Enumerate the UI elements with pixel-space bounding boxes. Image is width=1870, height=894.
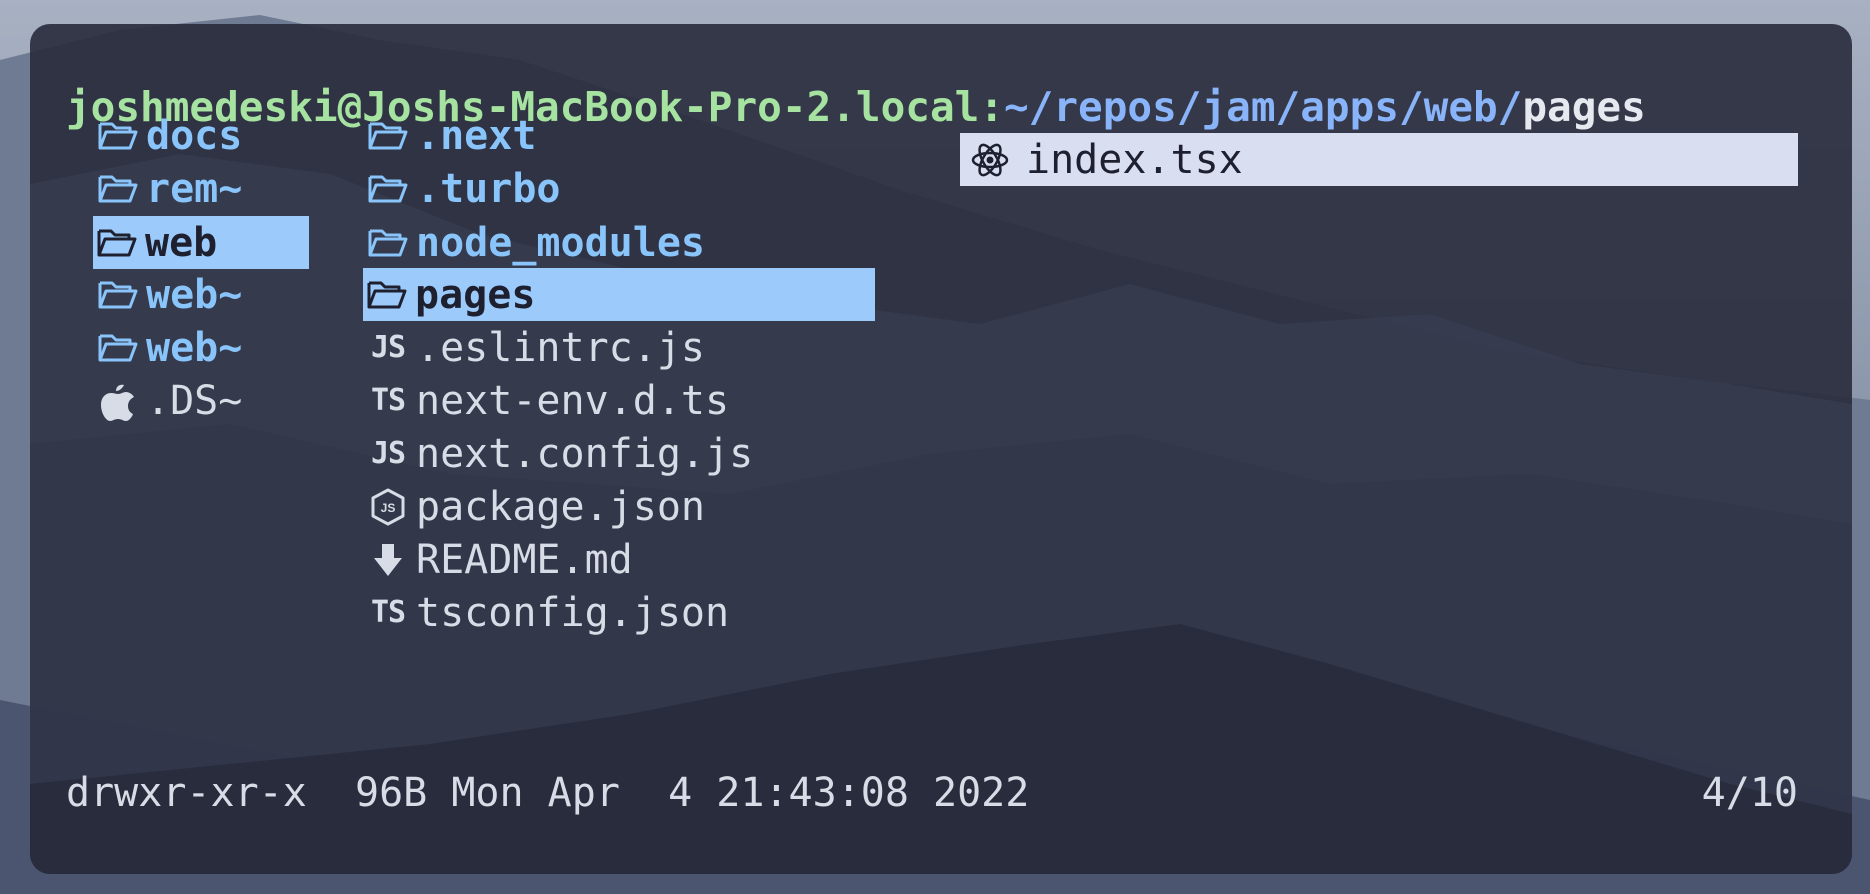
file-list-item[interactable]: .turbo	[364, 162, 876, 215]
parent-item-name: web~	[146, 324, 243, 371]
file-list-item-selected[interactable]: pages	[363, 268, 875, 321]
javascript-icon: JS	[370, 330, 406, 365]
typescript-icon: TS	[370, 383, 406, 418]
terminal-window: joshmedeski@Joshs-MacBook-Pro-2.local:~/…	[30, 24, 1852, 874]
file-list-item[interactable]: JS next.config.js	[364, 427, 876, 480]
status-permissions: drwxr-xr-x	[66, 770, 307, 816]
file-list-item[interactable]: TS next-env.d.ts	[364, 374, 876, 427]
status-line: drwxr-xr-x 96B Mon Apr 4 21:43:08 2022	[66, 770, 1029, 816]
prompt-path: ~/repos/jam/apps/web/	[1004, 83, 1523, 131]
folder-icon	[94, 162, 142, 215]
folder-icon	[94, 109, 142, 162]
parent-list-item[interactable]: docs	[94, 109, 306, 162]
parent-list-item[interactable]: web~	[94, 321, 306, 374]
prompt-current-dir: pages	[1522, 83, 1646, 131]
file-name: node_modules	[416, 219, 705, 266]
folder-icon	[94, 268, 142, 321]
file-list-item[interactable]: README.md	[364, 533, 876, 586]
file-name: tsconfig.json	[416, 589, 730, 636]
nodejs-icon: JS	[364, 480, 412, 533]
preview-file-name: index.tsx	[1026, 136, 1243, 183]
folder-icon	[364, 162, 412, 215]
file-list-item[interactable]: .next	[364, 109, 876, 162]
file-name: README.md	[416, 536, 633, 583]
apple-icon	[94, 374, 142, 427]
parent-list-item-selected[interactable]: web	[93, 216, 309, 269]
markdown-download-icon	[364, 533, 412, 586]
file-name: package.json	[416, 483, 705, 530]
status-date: Mon Apr 4 21:43:08 2022	[451, 770, 1030, 816]
folder-open-icon	[363, 268, 411, 321]
file-name: .eslintrc.js	[416, 324, 705, 371]
file-name: .next	[416, 112, 537, 159]
status-size: 96B	[355, 770, 428, 816]
react-icon	[960, 133, 1020, 186]
prompt-separator: :	[979, 83, 1004, 131]
file-list-item[interactable]: node_modules	[364, 216, 876, 269]
folder-icon	[364, 216, 412, 269]
file-name: pages	[415, 271, 536, 318]
javascript-icon: JS	[370, 436, 406, 471]
file-name: next-env.d.ts	[416, 377, 730, 424]
parent-item-name: web~	[146, 271, 243, 318]
parent-list-item[interactable]: rem~	[94, 162, 306, 215]
folder-open-icon	[93, 216, 141, 269]
file-name: .turbo	[416, 165, 561, 212]
parent-item-name: .DS~	[146, 377, 243, 424]
svg-text:JS: JS	[381, 501, 396, 515]
folder-icon	[364, 109, 412, 162]
status-position: 4/10	[1701, 770, 1798, 816]
parent-item-name: web	[145, 219, 218, 266]
file-name: next.config.js	[416, 430, 754, 477]
file-list-item[interactable]: JS .eslintrc.js	[364, 321, 876, 374]
parent-item-name: docs	[146, 112, 243, 159]
parent-item-name: rem~	[146, 165, 243, 212]
parent-list-item[interactable]: .DS~	[94, 374, 306, 427]
file-list-item[interactable]: JS package.json	[364, 480, 876, 533]
preview-list-item[interactable]: index.tsx	[960, 133, 1798, 186]
parent-list-item[interactable]: web~	[94, 268, 306, 321]
file-list-item[interactable]: TS tsconfig.json	[364, 586, 876, 639]
folder-icon	[94, 321, 142, 374]
typescript-icon: TS	[370, 595, 406, 630]
